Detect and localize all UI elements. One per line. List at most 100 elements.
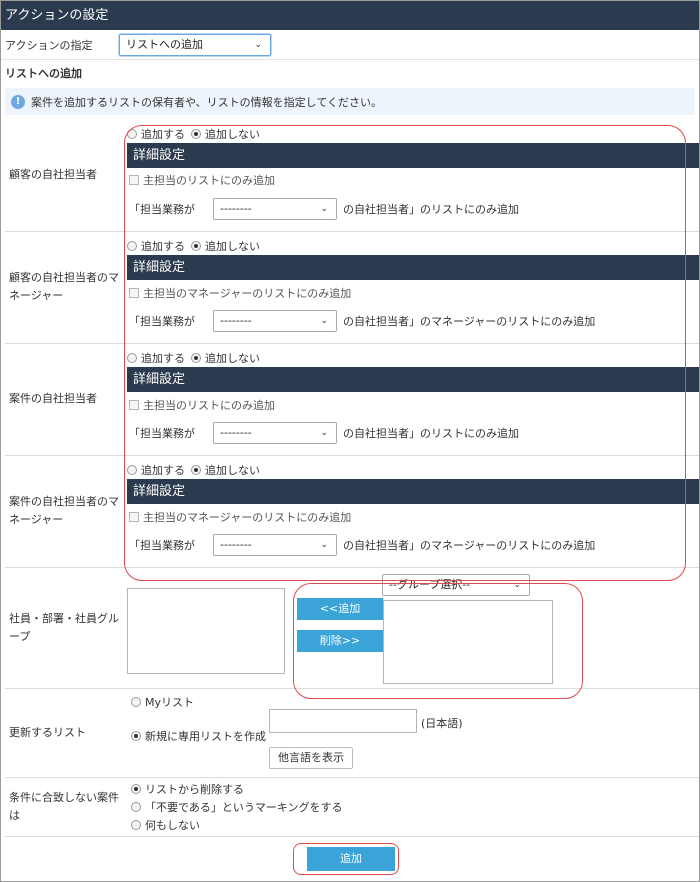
row-label: 顧客の自社担当者のマネージャー bbox=[5, 231, 127, 344]
action-label: アクションの指定 bbox=[5, 38, 93, 52]
row-value: リストから削除する 「不要である」というマーキングをする 何もしない bbox=[127, 777, 699, 837]
info-banner: ! 案件を追加するリストの保有者や、リストの情報を指定してください。 bbox=[5, 88, 695, 115]
filter-suffix: の自社担当者」のリストにのみ追加 bbox=[343, 427, 519, 440]
radio-add[interactable] bbox=[127, 128, 137, 139]
table-row: 社員・部署・社員グループ <<追加 削除>> --グループ選択-- ⌄ bbox=[5, 567, 699, 689]
chevron-down-icon: ⌄ bbox=[320, 203, 328, 214]
option-label: 何もしない bbox=[145, 818, 200, 832]
radio-add[interactable] bbox=[127, 241, 137, 251]
member-picker: <<追加 削除>> --グループ選択-- ⌄ bbox=[127, 568, 699, 688]
chevron-down-icon: ⌄ bbox=[320, 428, 328, 438]
primary-only-checkbox[interactable] bbox=[129, 175, 139, 186]
duty-select-value: -------- bbox=[220, 201, 252, 215]
radio-add[interactable] bbox=[127, 465, 137, 475]
primary-only-checkbox[interactable] bbox=[129, 287, 139, 298]
add-radio-group: 追加する 追加しない bbox=[127, 461, 699, 479]
new-list-option: 新規に専用リストを作成 bbox=[131, 727, 266, 745]
primary-only-checkbox[interactable] bbox=[129, 399, 139, 410]
radio-my-list[interactable] bbox=[131, 696, 141, 707]
chevron-down-icon: ⌄ bbox=[254, 39, 262, 50]
unmatched-option-nothing: 何もしない bbox=[131, 816, 699, 834]
add-radio-group: 追加する 追加しない bbox=[127, 349, 699, 367]
action-select-value: リストへの追加 bbox=[126, 37, 203, 51]
action-select[interactable]: リストへの追加 ⌄ bbox=[119, 33, 271, 56]
filter-line: 「担当業務が -------- ⌄ の自社担当者」のリストにのみ追加 bbox=[127, 417, 699, 449]
filter-line: 「担当業務が -------- ⌄ の自社担当者」のリストにのみ追加 bbox=[127, 193, 699, 225]
row-value: 追加する 追加しない 詳細設定 主担当のリストにのみ追加 「担当業務が ----… bbox=[127, 119, 699, 232]
new-list-label: 新規に専用リストを作成 bbox=[145, 729, 266, 743]
radio-no-add-label: 追加しない bbox=[205, 127, 260, 141]
table-row: 案件の自社担当者のマネージャー 追加する 追加しない 詳細設定 主担当のマネージ… bbox=[5, 455, 699, 568]
row-label: 案件の自社担当者のマネージャー bbox=[5, 455, 127, 568]
list-name-input[interactable] bbox=[269, 708, 417, 733]
checkbox-label: 主担当のリストにのみ追加 bbox=[143, 398, 275, 412]
row-value: 追加する 追加しない 詳細設定 主担当のリストにのみ追加 「担当業務が ----… bbox=[127, 343, 699, 456]
duty-select[interactable]: -------- ⌄ bbox=[213, 197, 337, 220]
filter-suffix: の自社担当者」のリストにのみ追加 bbox=[343, 202, 519, 216]
row-label: 更新するリスト bbox=[5, 688, 127, 778]
radio-add-label: 追加する bbox=[141, 127, 185, 141]
unmatched-option-remove: リストから削除する bbox=[131, 780, 699, 798]
radio-remove[interactable] bbox=[131, 783, 141, 794]
settings-table: 顧客の自社担当者 追加する 追加しない 詳細設定 主担当のリストにのみ追加 「担… bbox=[5, 119, 699, 837]
radio-no-add[interactable] bbox=[191, 241, 201, 251]
info-icon: ! bbox=[11, 94, 25, 109]
my-list-label: Myリスト bbox=[145, 695, 195, 709]
row-label: 顧客の自社担当者 bbox=[5, 119, 127, 232]
filter-prefix: 「担当業務が bbox=[129, 315, 195, 328]
add-member-button[interactable]: <<追加 bbox=[297, 597, 383, 620]
chevron-down-icon: ⌄ bbox=[513, 579, 521, 590]
selected-members-list[interactable] bbox=[127, 587, 285, 674]
action-row: アクションの指定 リストへの追加 ⌄ bbox=[1, 30, 699, 60]
radio-no-add[interactable] bbox=[191, 465, 201, 475]
radio-no-add[interactable] bbox=[191, 128, 201, 139]
group-select-value: --グループ選択-- bbox=[389, 577, 471, 591]
info-text: 案件を追加するリストの保有者や、リストの情報を指定してください。 bbox=[31, 95, 383, 109]
checkbox-label: 主担当のマネージャーのリストにのみ追加 bbox=[143, 510, 352, 524]
subsection-title: リストへの追加 bbox=[5, 67, 82, 80]
row-label: 案件の自社担当者 bbox=[5, 343, 127, 456]
radio-nothing[interactable] bbox=[131, 819, 141, 830]
duty-select[interactable]: -------- ⌄ bbox=[213, 422, 337, 444]
remove-member-button[interactable]: 削除>> bbox=[297, 629, 383, 652]
check-line: 主担当のリストにのみ追加 bbox=[127, 392, 699, 417]
radio-add-label: 追加する bbox=[141, 464, 185, 477]
submit-button[interactable]: 追加 bbox=[307, 847, 395, 871]
radio-add[interactable] bbox=[127, 353, 137, 363]
row-label: 条件に合致しない案件は bbox=[5, 777, 127, 837]
radio-mark[interactable] bbox=[131, 801, 141, 812]
duty-select-value: -------- bbox=[220, 538, 252, 551]
radio-no-add[interactable] bbox=[191, 353, 201, 363]
duty-select[interactable]: -------- ⌄ bbox=[213, 310, 337, 332]
duty-select-value: -------- bbox=[220, 314, 252, 327]
checkbox-label: 主担当のマネージャーのリストにのみ追加 bbox=[143, 286, 352, 300]
update-list-options: Myリスト 新規に専用リストを作成 (日本語) 他言語を表示 bbox=[127, 689, 699, 777]
primary-only-checkbox[interactable] bbox=[129, 511, 139, 522]
row-value: <<追加 削除>> --グループ選択-- ⌄ bbox=[127, 567, 699, 689]
add-radio-group: 追加する 追加しない bbox=[127, 125, 699, 143]
filter-line: 「担当業務が -------- ⌄ の自社担当者」のマネージャーのリストにのみ追… bbox=[127, 305, 699, 337]
section-header: アクションの設定 bbox=[1, 1, 699, 30]
table-row: 案件の自社担当者 追加する 追加しない 詳細設定 主担当のリストにのみ追加 「担… bbox=[5, 343, 699, 456]
group-select[interactable]: --グループ選択-- ⌄ bbox=[382, 573, 530, 596]
action-settings-panel: アクションの設定 アクションの指定 リストへの追加 ⌄ リストへの追加 ! 案件… bbox=[0, 0, 700, 882]
row-label: 社員・部署・社員グループ bbox=[5, 567, 127, 689]
filter-suffix: の自社担当者」のマネージャーのリストにのみ追加 bbox=[343, 315, 596, 328]
candidate-members-list[interactable] bbox=[383, 599, 553, 684]
radio-no-add-label: 追加しない bbox=[205, 464, 260, 477]
duty-select-value: -------- bbox=[220, 426, 252, 439]
duty-select[interactable]: -------- ⌄ bbox=[213, 534, 337, 556]
radio-no-add-label: 追加しない bbox=[205, 352, 260, 365]
option-label: 「不要である」というマーキングをする bbox=[145, 800, 343, 814]
radio-add-label: 追加する bbox=[141, 240, 185, 253]
radio-new-list[interactable] bbox=[131, 730, 141, 741]
checkbox-label: 主担当のリストにのみ追加 bbox=[143, 174, 275, 188]
detail-bar: 詳細設定 bbox=[127, 255, 699, 280]
table-row: 顧客の自社担当者 追加する 追加しない 詳細設定 主担当のリストにのみ追加 「担… bbox=[5, 119, 699, 232]
table-row: 更新するリスト Myリスト 新規に専用リストを作成 (日本語) 他言語を表示 bbox=[5, 688, 699, 778]
other-language-button[interactable]: 他言語を表示 bbox=[269, 746, 353, 769]
check-line: 主担当のリストにのみ追加 bbox=[127, 168, 699, 193]
filter-line: 「担当業務が -------- ⌄ の自社担当者」のマネージャーのリストにのみ追… bbox=[127, 529, 699, 561]
chevron-down-icon: ⌄ bbox=[320, 540, 328, 550]
language-label: (日本語) bbox=[421, 716, 463, 730]
